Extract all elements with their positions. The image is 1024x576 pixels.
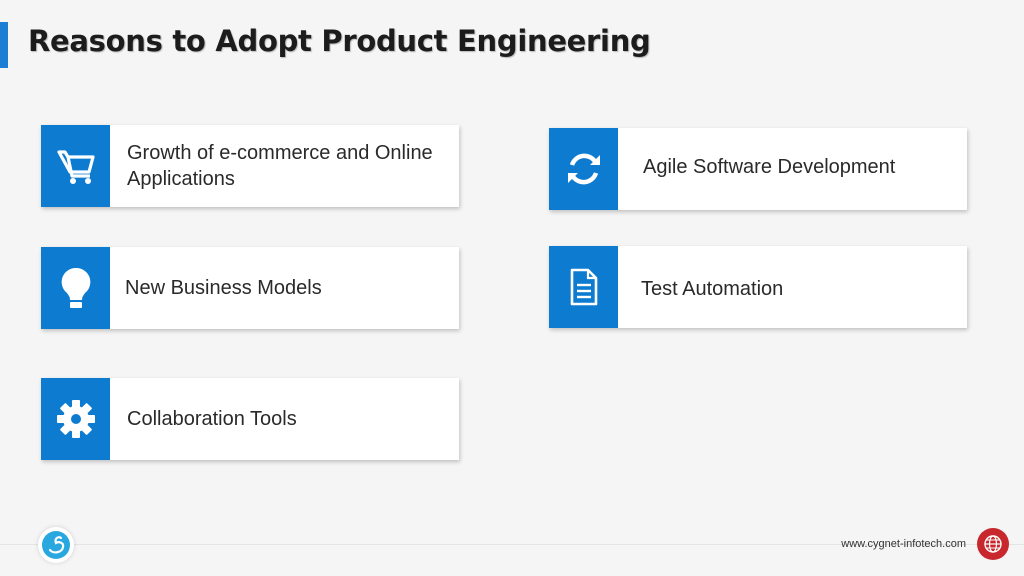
globe-icon [984,535,1002,553]
card-icon-box [549,246,618,328]
lightbulb-icon [61,267,90,308]
card-icon-box [41,378,110,460]
document-icon [570,268,597,306]
refresh-icon [567,153,600,185]
card-label: Agile Software Development [643,156,896,178]
slide-title: Reasons to Adopt Product Engineering [28,24,651,58]
swan-logo-icon [42,531,70,559]
card-icon-box [549,128,618,210]
card-icon-box [41,247,110,329]
globe-button[interactable] [977,528,1009,560]
website-url[interactable]: www.cygnet-infotech.com [841,538,966,550]
card-label: Test Automation [641,278,784,300]
card-ecommerce: Growth of e-commerce and Online Applicat… [41,125,459,207]
card-label: Growth of e-commerce and Online Applicat… [127,142,433,190]
card-test-automation: Test Automation [549,246,967,328]
card-collaboration: Collaboration Tools [41,378,459,460]
card-icon-box [41,125,110,207]
shopping-cart-icon [56,150,95,184]
card-agile: Agile Software Development [549,128,967,210]
card-label: New Business Models [125,277,322,299]
company-logo [38,527,74,563]
card-business-models: New Business Models [41,247,459,329]
card-label: Collaboration Tools [127,408,297,430]
title-accent-bar [0,22,8,68]
gear-icon [56,400,95,438]
